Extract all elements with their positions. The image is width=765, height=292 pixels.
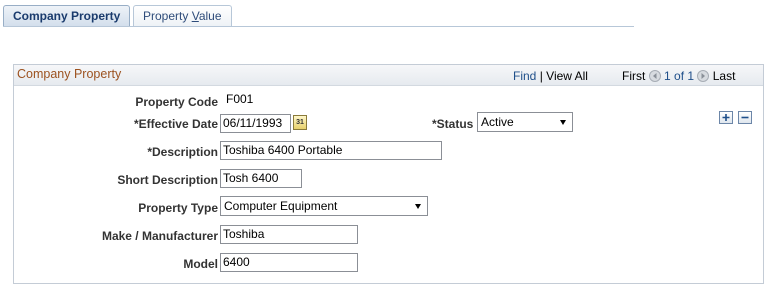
effective-date-label: *Effective Date [133,117,218,131]
property-type-select[interactable]: Computer Equipment [220,196,428,216]
status-value: Active [481,115,514,129]
next-icon[interactable] [697,70,710,82]
pipe-separator: | [539,69,543,83]
tab-label-suffix: alue [198,9,222,23]
section-title: Company Property [17,67,122,81]
tab-property-value[interactable]: Property Value [133,5,232,26]
short-description-input[interactable]: Tosh 6400 [220,169,302,188]
property-code-value: F001 [226,92,254,106]
property-code-label: Property Code [135,95,218,109]
property-type-label: Property Type [138,201,218,215]
first-link[interactable]: First [622,69,645,83]
row-navigation: First 1 of 1 Last [622,69,735,83]
section-header: Company Property Find | View All First 1… [14,65,763,86]
property-type-value: Computer Equipment [224,199,338,213]
find-link[interactable]: Find [513,69,536,83]
make-manufacturer-input[interactable]: Toshiba [220,225,358,244]
status-select[interactable]: Active [477,112,573,132]
tab-divider [3,26,634,27]
description-label: *Description [147,145,218,159]
tab-company-property[interactable]: Company Property [3,5,131,26]
delete-row-icon[interactable] [738,111,752,124]
make-manufacturer-label: Make / Manufacturer [101,229,218,243]
add-row-icon[interactable] [719,111,733,124]
dropdown-arrow-icon [560,120,566,125]
dropdown-arrow-icon [415,204,421,209]
description-input[interactable]: Toshiba 6400 Portable [220,141,442,160]
tab-label-accesskey: V [191,9,199,23]
model-label: Model [183,257,218,271]
row-count: 1 of 1 [664,69,695,83]
calendar-icon[interactable]: 31 [293,115,307,130]
short-description-label: Short Description [117,173,218,187]
effective-date-input[interactable]: 06/11/1993 [220,114,291,133]
find-view-all: Find | View All [513,69,588,83]
view-all-link[interactable]: View All [546,69,588,83]
tab-label-prefix: Property [143,9,192,23]
prev-icon[interactable] [648,70,661,82]
last-link[interactable]: Last [713,69,736,83]
status-label: *Status [432,117,474,131]
model-input[interactable]: 6400 [220,253,358,272]
